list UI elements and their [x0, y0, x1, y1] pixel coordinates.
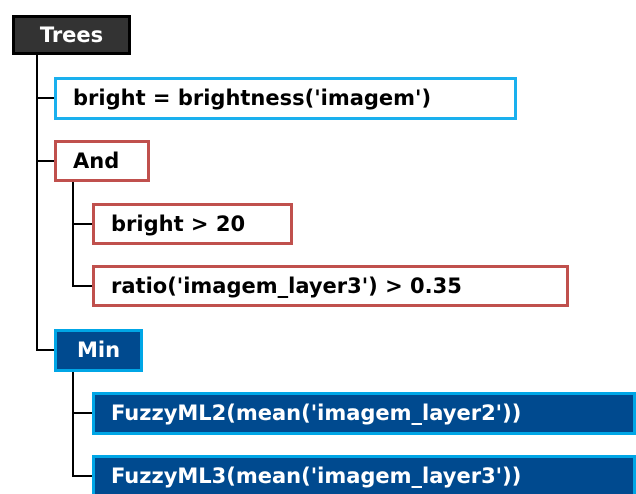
fuzzy-node-1-label: FuzzyML2(mean('imagem_layer2')): [111, 401, 522, 425]
min-node: Min: [54, 329, 143, 372]
connector-to-fuzzy-1: [72, 412, 94, 414]
connector-to-min: [36, 349, 56, 351]
connector-min-branch: [72, 370, 74, 476]
condition-node-1: bright > 20: [92, 203, 293, 245]
connector-to-and: [36, 160, 56, 162]
connector-to-fuzzy-2: [72, 475, 94, 477]
root-node-label: Trees: [39, 22, 104, 47]
and-node-label: And: [73, 148, 120, 173]
condition-node-2: ratio('imagem_layer3') > 0.35: [92, 265, 569, 307]
connector-to-condition-2: [72, 285, 94, 287]
and-node: And: [54, 140, 150, 182]
condition-node-1-label: bright > 20: [111, 211, 246, 236]
fuzzy-node-1: FuzzyML2(mean('imagem_layer2')): [92, 392, 636, 435]
root-node-trees: Trees: [12, 15, 131, 55]
min-node-label: Min: [76, 338, 121, 362]
decision-tree-diagram: Trees bright = brightness('imagem') And …: [0, 0, 636, 494]
fuzzy-node-2: FuzzyML3(mean('imagem_layer3')): [92, 455, 636, 494]
assignment-node-label: bright = brightness('imagem'): [73, 86, 432, 110]
connector-and-branch: [72, 180, 74, 286]
connector-to-condition-1: [72, 223, 94, 225]
fuzzy-node-2-label: FuzzyML3(mean('imagem_layer3')): [111, 464, 522, 488]
connector-to-assignment: [36, 97, 56, 99]
assignment-node: bright = brightness('imagem'): [54, 77, 517, 120]
condition-node-2-label: ratio('imagem_layer3') > 0.35: [111, 273, 462, 298]
